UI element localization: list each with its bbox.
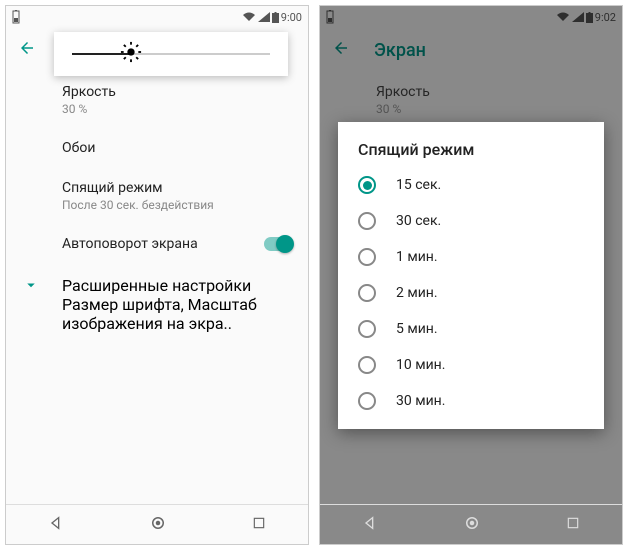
radio-icon [358,284,376,302]
battery-status-icon [272,12,279,23]
item-sub: Размер шрифта, Масштаб изображения на эк… [62,295,292,333]
item-sub: 30 % [62,102,292,116]
radio-label: 30 сек. [396,213,441,229]
phone-left: 9:00 Яркость 30 % Обои Спящий режим Посл… [5,5,309,545]
item-wallpaper[interactable]: Обои [22,128,292,168]
radio-label: 15 сек. [396,177,441,193]
chevron-down-icon [22,264,62,298]
nav-recent-icon[interactable] [252,515,266,534]
back-icon[interactable] [18,39,36,61]
radio-option[interactable]: 30 мин. [338,383,604,419]
nav-recent-icon[interactable] [566,515,580,534]
brightness-thumb-icon[interactable] [120,41,142,67]
item-sleep[interactable]: Спящий режим После 30 сек. бездействия [22,168,292,224]
radio-icon [358,176,376,194]
radio-label: 2 мин. [396,285,438,301]
item-autorotate[interactable]: Автоповорот экрана [22,224,292,264]
radio-option[interactable]: 30 сек. [338,203,604,239]
wifi-icon [242,12,256,22]
radio-option[interactable]: 2 мин. [338,275,604,311]
nav-back-icon[interactable] [362,515,378,535]
radio-list: 15 сек. 30 сек. 1 мин. 2 мин. 5 мин. 10 мин. 3… [338,167,604,419]
item-title: Яркость [62,84,292,100]
status-time: 9:00 [281,11,302,24]
nav-back-icon[interactable] [48,515,64,535]
item-advanced[interactable]: Расширенные настройки Размер шрифта, Мас… [22,264,292,345]
radio-icon [358,320,376,338]
brightness-slider-card [54,32,288,76]
settings-list: Яркость 30 % Обои Спящий режим После 30 … [6,72,308,345]
nav-home-icon[interactable] [463,514,481,536]
item-title: Расширенные настройки [62,276,292,295]
sleep-dialog: Спящий режим 15 сек. 30 сек. 1 мин. 2 мин. 5… [338,122,604,429]
phone-right: 9:02 Экран Яркость 30 % Спящий режим 15 … [319,5,623,545]
nav-home-icon[interactable] [149,514,167,536]
radio-icon [358,248,376,266]
battery-icon [12,10,20,24]
radio-label: 30 мин. [396,393,445,409]
item-title: Спящий режим [62,180,292,196]
radio-label: 10 мин. [396,357,445,373]
radio-option[interactable]: 10 мин. [338,347,604,383]
autorotate-switch[interactable] [264,237,292,251]
radio-label: 1 мин. [396,249,438,265]
radio-icon [358,392,376,410]
item-title: Автоповорот экрана [62,236,198,252]
signal-icon [258,12,270,22]
radio-icon [358,356,376,374]
item-sub: После 30 сек. бездействия [62,198,292,212]
radio-label: 5 мин. [396,321,438,337]
radio-option[interactable]: 15 сек. [338,167,604,203]
statusbar: 9:00 [6,6,308,28]
navbar [6,504,308,544]
radio-option[interactable]: 1 мин. [338,239,604,275]
dialog-title: Спящий режим [338,140,604,167]
brightness-slider[interactable] [72,53,270,55]
navbar [320,504,622,544]
item-brightness[interactable]: Яркость 30 % [22,72,292,128]
item-title: Обои [62,140,292,156]
radio-option[interactable]: 5 мин. [338,311,604,347]
radio-icon [358,212,376,230]
